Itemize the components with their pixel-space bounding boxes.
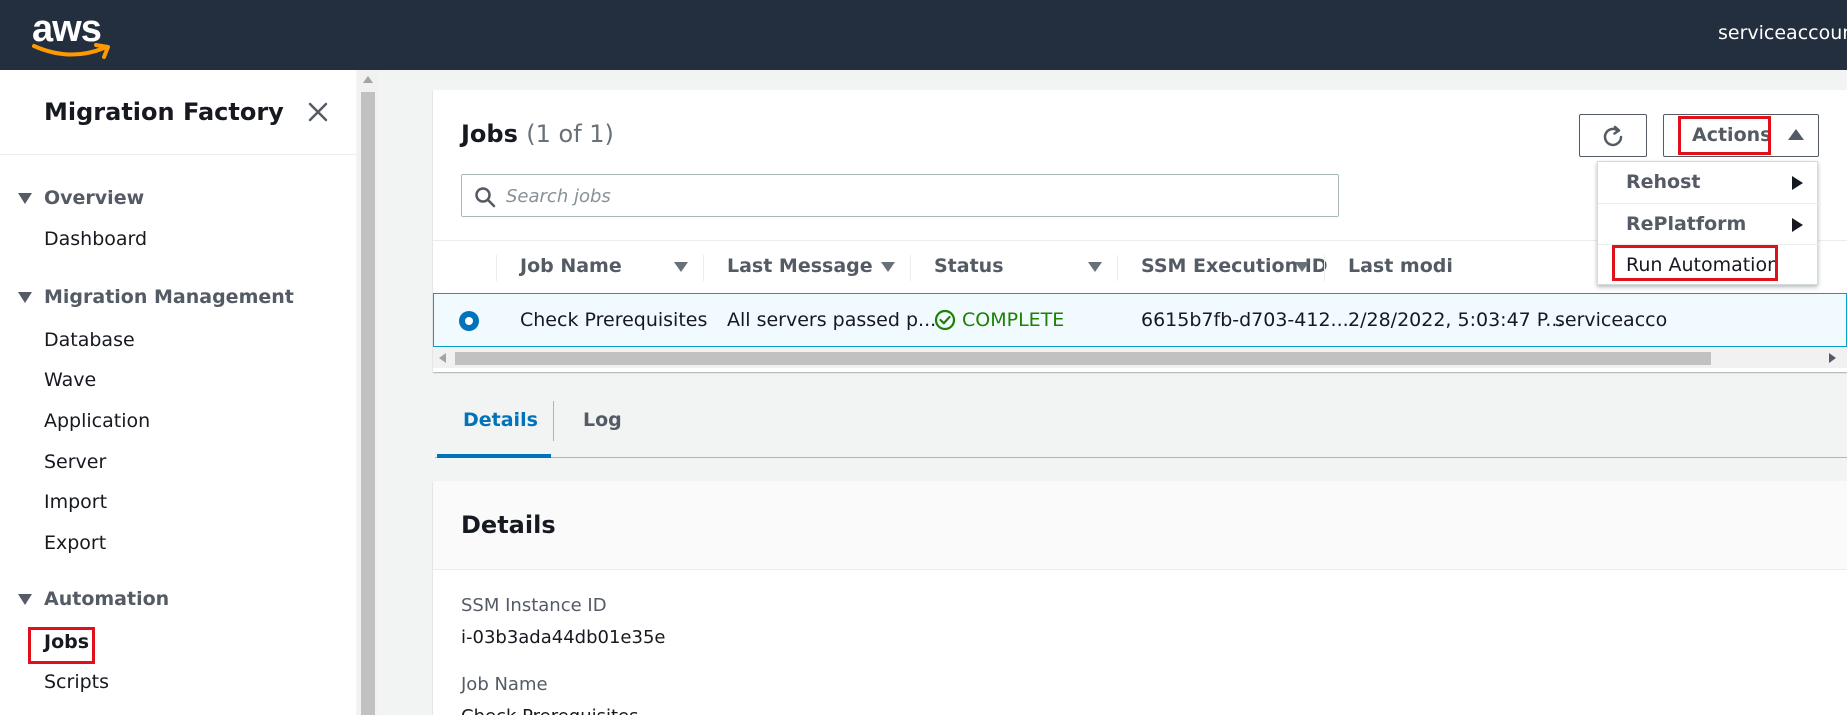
caret-right-icon bbox=[1792, 218, 1803, 232]
details-panel: Details SSM Instance ID i-03b3ada44db01e… bbox=[433, 481, 1847, 715]
aws-logo[interactable]: aws bbox=[32, 8, 116, 66]
detail-tabs: Details Log bbox=[435, 395, 1847, 458]
cell-last-message: All servers passed p... bbox=[727, 309, 937, 331]
details-title: Details bbox=[461, 511, 556, 539]
tab-label: Details bbox=[463, 409, 538, 431]
row-select-radio[interactable] bbox=[459, 311, 479, 331]
field-value-ssm-instance-id: i-03b3ada44db01e35e bbox=[461, 627, 666, 648]
column-header-last-message[interactable]: Last Message bbox=[703, 241, 910, 295]
cell-ssm-execution-id: 6615b7fb-d703-412... bbox=[1141, 309, 1349, 331]
horizontal-scrollbar[interactable] bbox=[433, 348, 1847, 368]
column-header-job-name[interactable]: Job Name bbox=[496, 241, 703, 295]
sidebar: Migration Factory Overview Dashboard Mig… bbox=[0, 70, 356, 715]
cell-modified-by: serviceacco bbox=[1555, 309, 1668, 331]
sidebar-item-wave[interactable]: Wave bbox=[44, 369, 96, 391]
field-value-job-name: Check Prerequisites bbox=[461, 706, 639, 715]
sidebar-item-application[interactable]: Application bbox=[44, 410, 150, 432]
table-row[interactable]: Check Prerequisites All servers passed p… bbox=[433, 293, 1847, 347]
sort-icon[interactable] bbox=[1088, 262, 1102, 272]
column-header-last-modified[interactable]: Last modi bbox=[1324, 241, 1531, 295]
sort-icon[interactable] bbox=[881, 262, 895, 272]
cell-last-modified: 2/28/2022, 5:03:47 P... bbox=[1348, 309, 1564, 331]
caret-down-icon bbox=[18, 192, 32, 204]
caret-right-icon bbox=[1792, 176, 1803, 190]
jobs-count: (1 of 1) bbox=[526, 120, 614, 148]
column-header-label: Status bbox=[934, 255, 1004, 277]
sidebar-section-label: Automation bbox=[44, 588, 170, 610]
menu-item-label: RePlatform bbox=[1626, 213, 1747, 235]
highlight-box-run-automation bbox=[1612, 245, 1778, 281]
menu-item-rehost[interactable]: Rehost bbox=[1598, 162, 1819, 204]
column-divider bbox=[1117, 255, 1118, 281]
vertical-scrollbar[interactable] bbox=[358, 70, 378, 715]
tab-log[interactable]: Log bbox=[555, 395, 645, 458]
scrollbar-thumb[interactable] bbox=[361, 92, 375, 715]
caret-up-icon bbox=[1788, 129, 1804, 140]
account-menu[interactable]: serviceaccount bbox=[1718, 22, 1847, 44]
sidebar-item-dashboard[interactable]: Dashboard bbox=[44, 228, 147, 250]
sidebar-title: Migration Factory bbox=[44, 98, 284, 126]
sidebar-item-database[interactable]: Database bbox=[44, 329, 135, 351]
column-header-label: Last Message bbox=[727, 255, 873, 277]
aws-smile-icon bbox=[32, 43, 110, 59]
tab-label: Log bbox=[583, 409, 622, 431]
highlight-box-actions bbox=[1678, 116, 1771, 155]
details-header: Details bbox=[433, 481, 1847, 570]
sidebar-item-scripts[interactable]: Scripts bbox=[44, 671, 109, 693]
sidebar-section-automation[interactable]: Automation bbox=[18, 588, 169, 610]
field-label-ssm-instance-id: SSM Instance ID bbox=[461, 595, 607, 616]
cell-job-name: Check Prerequisites bbox=[520, 309, 708, 331]
sidebar-item-export[interactable]: Export bbox=[44, 532, 106, 554]
close-sidebar-button[interactable] bbox=[302, 96, 334, 128]
sidebar-section-label: Migration Management bbox=[44, 286, 294, 308]
search-jobs-field[interactable] bbox=[461, 174, 1339, 217]
column-header-label: Job Name bbox=[520, 255, 622, 277]
sort-icon[interactable] bbox=[1295, 262, 1309, 272]
caret-down-icon bbox=[18, 593, 32, 605]
sidebar-item-import[interactable]: Import bbox=[44, 491, 107, 513]
sidebar-section-migration-management[interactable]: Migration Management bbox=[18, 286, 294, 308]
scroll-right-arrow-icon[interactable] bbox=[1829, 353, 1836, 363]
sidebar-section-label: Overview bbox=[44, 187, 145, 209]
column-divider bbox=[703, 255, 704, 281]
tab-divider bbox=[553, 401, 554, 441]
scroll-up-arrow-icon[interactable] bbox=[363, 76, 373, 83]
column-header-ssm-execution-id[interactable]: SSM Execution ID bbox=[1117, 241, 1328, 295]
column-divider bbox=[1324, 255, 1325, 281]
menu-item-label: Rehost bbox=[1626, 171, 1701, 193]
column-header-status[interactable]: Status bbox=[910, 241, 1117, 295]
highlight-box-jobs bbox=[28, 627, 95, 664]
column-divider bbox=[910, 255, 911, 281]
search-icon bbox=[475, 187, 496, 208]
top-navigation-bar: aws serviceaccount bbox=[0, 0, 1847, 70]
sidebar-section-overview[interactable]: Overview bbox=[18, 187, 144, 209]
column-header-label: Last modi bbox=[1348, 255, 1453, 277]
refresh-icon bbox=[1603, 125, 1623, 147]
sidebar-header: Migration Factory bbox=[0, 70, 356, 155]
refresh-button[interactable] bbox=[1579, 114, 1647, 157]
menu-item-replatform[interactable]: RePlatform bbox=[1598, 203, 1819, 245]
scrollbar-thumb[interactable] bbox=[455, 352, 1711, 365]
jobs-title: Jobs (1 of 1) bbox=[461, 120, 614, 148]
jobs-title-text: Jobs bbox=[461, 120, 518, 148]
tab-details[interactable]: Details bbox=[437, 395, 551, 458]
field-label-job-name: Job Name bbox=[461, 674, 548, 695]
cell-status: COMPLETE bbox=[934, 309, 1064, 331]
search-input[interactable] bbox=[506, 181, 1326, 211]
scroll-left-arrow-icon[interactable] bbox=[439, 353, 446, 363]
check-circle-icon bbox=[934, 309, 956, 331]
status-label: COMPLETE bbox=[962, 309, 1065, 331]
caret-down-icon bbox=[18, 291, 32, 303]
sidebar-item-server[interactable]: Server bbox=[44, 451, 106, 473]
sort-icon[interactable] bbox=[674, 262, 688, 272]
close-icon bbox=[308, 102, 328, 122]
column-divider bbox=[496, 255, 497, 281]
